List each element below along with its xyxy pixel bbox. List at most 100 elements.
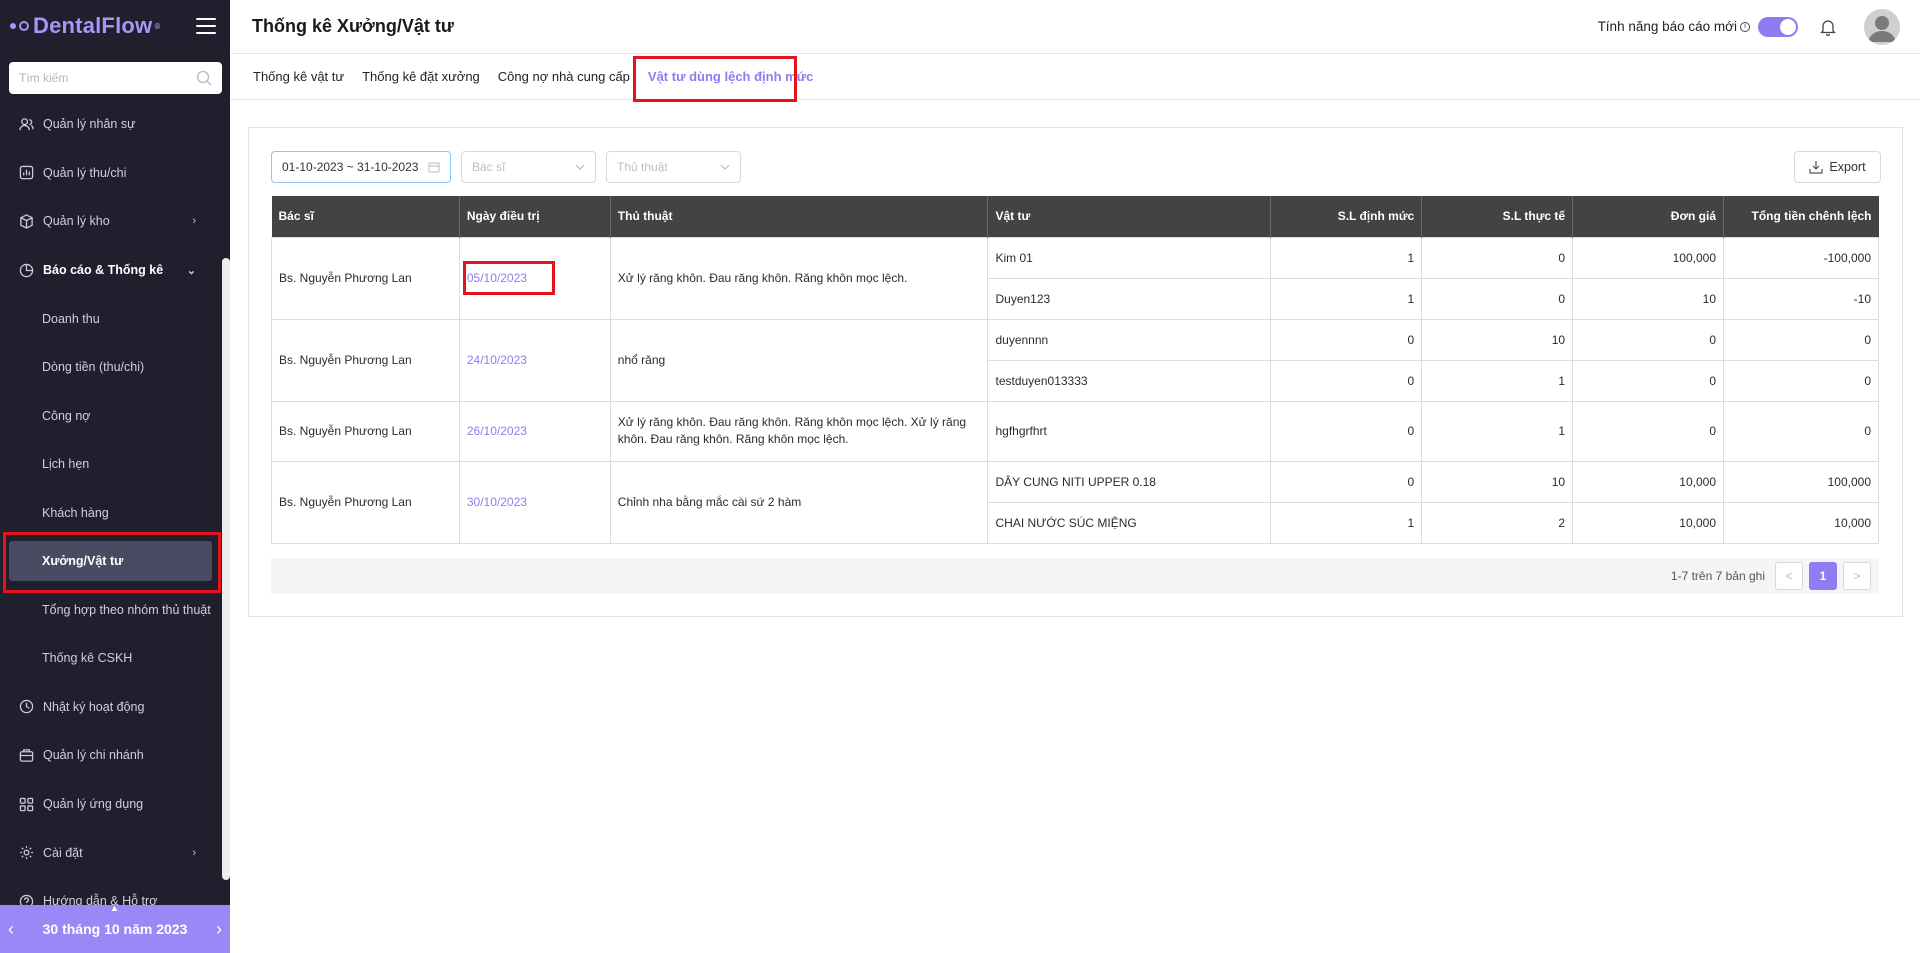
cell-material: DÂY CUNG NITI UPPER 0.18 (987, 460, 1272, 503)
date-prev-button[interactable]: ‹ (8, 919, 14, 940)
sidebar-item-customer-care[interactable]: Thống kê CSKH (0, 634, 222, 683)
sidebar-item-revenue[interactable]: Doanh thu (0, 294, 222, 343)
sidebar-item-label: Xưởng/Vật tư (42, 554, 124, 569)
date-range-picker[interactable]: 01-10-2023 ~ 31-10-2023 (271, 151, 451, 183)
pagination-summary: 1-7 trên 7 bản ghi (1670, 569, 1765, 583)
cell-norm: 0 (1270, 400, 1423, 462)
report-tabs: Thống kê vật tư Thống kê đặt xưởng Công … (230, 54, 1920, 100)
col-treatment-date[interactable]: Ngày điều trị (459, 196, 611, 237)
search-icon[interactable] (196, 70, 212, 86)
col-doctor[interactable]: Bác sĩ (271, 196, 460, 237)
table-header-row: Bác sĩ Ngày điều trị Thủ thuật Vật tư S.… (271, 196, 1879, 237)
sidebar-item-label: Công nợ (42, 408, 91, 423)
sidebar-item-cashflow[interactable]: Dòng tiền (thu/chi) (0, 343, 222, 392)
cell-diff: 100,000 (1723, 460, 1879, 503)
col-diff-total[interactable]: Tổng tiền chênh lệch (1723, 196, 1879, 237)
cell-material: hgfhgrfhrt (987, 400, 1272, 462)
cell-actual: 0 (1421, 236, 1574, 279)
bell-icon[interactable] (1818, 17, 1838, 37)
col-material[interactable]: Vật tư (987, 196, 1272, 237)
sidebar-item-branches[interactable]: Quản lý chi nhánh (0, 731, 222, 780)
hamburger-menu-icon[interactable] (196, 18, 216, 34)
chevron-down-icon: ⌄ (186, 264, 196, 277)
cell-price: 0 (1572, 318, 1724, 361)
col-unit-price[interactable]: Đơn giá (1572, 196, 1724, 237)
info-icon[interactable]: i (1740, 21, 1750, 32)
collapse-up-icon[interactable]: ▲ (110, 903, 119, 913)
search-input[interactable] (19, 71, 196, 85)
page-button-current[interactable]: 1 (1809, 562, 1837, 590)
cell-norm: 0 (1270, 460, 1423, 503)
pagination: 1-7 trên 7 bản ghi < 1 > (271, 558, 1879, 594)
sidebar-scrollbar[interactable] (222, 258, 230, 880)
sidebar-item-customers[interactable]: Khách hàng (0, 489, 222, 538)
cell-date-link[interactable]: 26/10/2023 (458, 400, 611, 462)
sidebar-item-label: Tổng hợp theo nhóm thủ thuật (42, 602, 211, 617)
tab-lab-orders[interactable]: Thống kê đặt xưởng (353, 54, 489, 100)
box-icon (18, 213, 34, 229)
sidebar-item-appointments[interactable]: Lịch hẹn (0, 440, 222, 489)
cell-price: 0 (1572, 400, 1724, 462)
sidebar-item-debt[interactable]: Công nợ (0, 392, 222, 441)
sidebar-item-procedure-groups[interactable]: Tổng hợp theo nhóm thủ thuật (0, 585, 222, 634)
cell-norm: 1 (1270, 277, 1423, 320)
cell-material: CHAI NƯỚC SÚC MIỆNG (987, 501, 1272, 544)
chevron-right-icon: › (192, 846, 196, 859)
sidebar-item-label: Cài đặt (43, 845, 83, 860)
col-actual-qty[interactable]: S.L thực tế (1421, 196, 1574, 237)
col-procedure[interactable]: Thủ thuật (610, 196, 989, 237)
cell-doctor: Bs. Nguyễn Phương Lan (271, 318, 460, 402)
sidebar-search (9, 62, 222, 94)
date-next-button[interactable]: › (216, 919, 222, 940)
cell-price: 10 (1572, 277, 1724, 320)
top-header: Thống kê Xưởng/Vật tư Tính năng báo cáo … (230, 0, 1920, 54)
new-report-label: Tính năng báo cáo mới (1597, 19, 1737, 34)
tab-material-deviation[interactable]: Vật tư dùng lệch định mức (639, 54, 822, 100)
cell-diff: 0 (1723, 318, 1879, 361)
sidebar-item-warehouse[interactable]: Quản lý kho › (0, 197, 222, 246)
cell-actual: 10 (1421, 460, 1574, 503)
sidebar-item-staff[interactable]: Quản lý nhân sự (0, 100, 222, 149)
cell-diff: -100,000 (1723, 236, 1879, 279)
date-navigator: ▲ ‹ 30 tháng 10 năm 2023 › (0, 903, 230, 953)
sidebar-item-label: Quản lý nhân sự (43, 117, 136, 132)
sidebar-item-settings[interactable]: Cài đặt › (0, 828, 222, 877)
sidebar-item-label: Nhật ký hoạt động (43, 699, 145, 714)
logo-row: DentalFlow ® (0, 0, 230, 52)
cell-material: Kim 01 (987, 236, 1272, 279)
export-button[interactable]: Export (1794, 151, 1881, 183)
cell-date-link[interactable]: 05/10/2023 (458, 236, 611, 320)
cell-norm: 0 (1270, 359, 1423, 402)
prev-page-button[interactable]: < (1775, 562, 1803, 590)
logo-text: DentalFlow (33, 13, 153, 38)
cell-date-link[interactable]: 24/10/2023 (458, 318, 611, 402)
new-report-toggle[interactable] (1758, 16, 1798, 37)
tab-material-stats[interactable]: Thống kê vật tư (244, 54, 353, 100)
cell-price: 10,000 (1572, 460, 1724, 503)
cell-norm: 1 (1270, 501, 1423, 544)
cell-diff: 10,000 (1723, 501, 1879, 544)
doctor-select[interactable]: Bác sĩ (461, 151, 596, 183)
export-label: Export (1829, 160, 1866, 174)
procedure-select[interactable]: Thủ thuật (606, 151, 741, 183)
tab-supplier-debt[interactable]: Công nợ nhà cung cấp (489, 54, 639, 100)
sidebar: DentalFlow ® Quản lý nhân sự Quản lý thu… (0, 0, 230, 953)
cell-norm: 1 (1270, 236, 1423, 279)
next-page-button[interactable]: > (1843, 562, 1871, 590)
cell-date-link[interactable]: 30/10/2023 (458, 460, 611, 544)
history-icon (18, 699, 34, 715)
sidebar-item-label: Quản lý chi nhánh (43, 748, 144, 763)
user-avatar[interactable] (1864, 8, 1900, 45)
cell-actual: 10 (1421, 318, 1574, 361)
sidebar-item-reports[interactable]: Báo cáo & Thống kê ⌄ (0, 246, 222, 295)
sidebar-item-finance[interactable]: Quản lý thu/chi (0, 149, 222, 198)
cell-actual: 1 (1421, 400, 1574, 462)
sidebar-item-lab-materials[interactable]: Xưởng/Vật tư (9, 541, 212, 582)
app-logo[interactable]: DentalFlow ® (10, 13, 160, 39)
col-norm-qty[interactable]: S.L định mức (1270, 196, 1423, 237)
cell-actual: 1 (1421, 359, 1574, 402)
sidebar-item-activity-log[interactable]: Nhật ký hoạt động (0, 683, 222, 732)
cell-doctor: Bs. Nguyễn Phương Lan (271, 236, 460, 320)
sidebar-item-apps[interactable]: Quản lý ứng dụng (0, 780, 222, 829)
chart-bar-icon (18, 165, 34, 181)
